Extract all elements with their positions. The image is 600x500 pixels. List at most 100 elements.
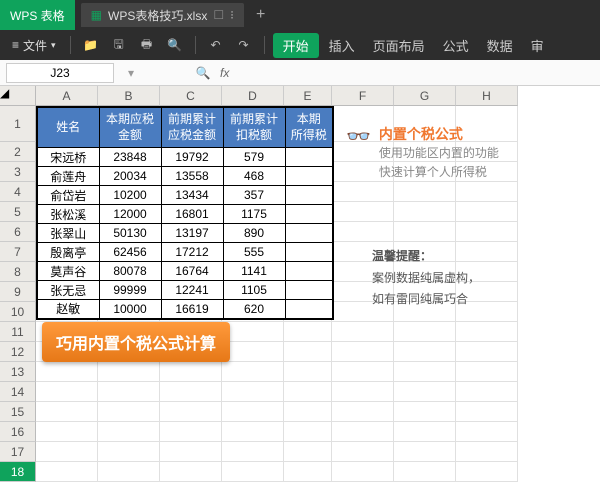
select-all-corner[interactable]: ◢ bbox=[0, 86, 36, 106]
row-header-15[interactable]: 15 bbox=[0, 402, 36, 422]
table-cell[interactable]: 19792 bbox=[161, 148, 223, 167]
redo-icon[interactable]: ↷ bbox=[232, 34, 256, 56]
row-header-7[interactable]: 7 bbox=[0, 242, 36, 262]
row-header-18[interactable]: 18 bbox=[0, 462, 36, 482]
tax-formula-button[interactable]: 巧用内置个税公式计算 bbox=[42, 322, 230, 362]
row-header-12[interactable]: 12 bbox=[0, 342, 36, 362]
table-cell[interactable]: 99999 bbox=[99, 281, 161, 300]
col-header-H[interactable]: H bbox=[456, 86, 518, 106]
ribbon-tab-1[interactable]: 插入 bbox=[321, 36, 363, 55]
col-header-G[interactable]: G bbox=[394, 86, 456, 106]
table-cell[interactable]: 10000 bbox=[99, 300, 161, 319]
row-header-11[interactable]: 11 bbox=[0, 322, 36, 342]
col-header-D[interactable]: D bbox=[222, 86, 284, 106]
col-header-B[interactable]: B bbox=[98, 86, 160, 106]
row-header-14[interactable]: 14 bbox=[0, 382, 36, 402]
table-row: 殷离亭6245617212555 bbox=[37, 243, 333, 262]
undo-icon[interactable]: ↶ bbox=[204, 34, 228, 56]
table-cell[interactable]: 1141 bbox=[223, 262, 285, 281]
table-cell[interactable]: 张翠山 bbox=[37, 224, 99, 243]
table-cell[interactable]: 13434 bbox=[161, 186, 223, 205]
file-tab[interactable]: ▦ WPS表格技巧.xlsx ☐ ⁝ bbox=[81, 3, 244, 27]
row-header-5[interactable]: 5 bbox=[0, 202, 36, 222]
row-header-16[interactable]: 16 bbox=[0, 422, 36, 442]
table-cell[interactable]: 620 bbox=[223, 300, 285, 319]
table-cell[interactable]: 俞莲舟 bbox=[37, 167, 99, 186]
table-cell[interactable]: 1175 bbox=[223, 205, 285, 224]
row-header-1[interactable]: 1 bbox=[0, 106, 36, 142]
save-icon[interactable]: 🖫 bbox=[107, 34, 131, 56]
table-cell[interactable]: 16619 bbox=[161, 300, 223, 319]
ribbon-tab-5[interactable]: 审 bbox=[523, 36, 552, 55]
glasses-icon: 👓 bbox=[346, 124, 371, 149]
table-cell[interactable] bbox=[285, 167, 333, 186]
row-header-8[interactable]: 8 bbox=[0, 262, 36, 282]
open-icon[interactable]: 📁 bbox=[79, 34, 103, 56]
ribbon-tab-2[interactable]: 页面布局 bbox=[365, 36, 433, 55]
table-cell[interactable]: 579 bbox=[223, 148, 285, 167]
ribbon-tabs: 开始插入页面布局公式数据审 bbox=[273, 33, 552, 58]
add-tab-button[interactable]: + bbox=[244, 6, 277, 24]
table-cell[interactable] bbox=[285, 205, 333, 224]
row-header-2[interactable]: 2 bbox=[0, 142, 36, 162]
name-box-dropdown-icon[interactable]: ▾ bbox=[120, 66, 142, 80]
table-cell[interactable]: 12000 bbox=[99, 205, 161, 224]
app-badge: WPS 表格 bbox=[0, 0, 75, 30]
table-cell[interactable] bbox=[285, 300, 333, 319]
table-cell[interactable]: 宋远桥 bbox=[37, 148, 99, 167]
row-header-17[interactable]: 17 bbox=[0, 442, 36, 462]
table-cell[interactable] bbox=[285, 281, 333, 300]
file-tab-label: WPS表格技巧.xlsx bbox=[108, 7, 207, 24]
table-cell[interactable] bbox=[285, 224, 333, 243]
table-cell[interactable]: 357 bbox=[223, 186, 285, 205]
table-cell[interactable]: 俞岱岩 bbox=[37, 186, 99, 205]
table-cell[interactable]: 1105 bbox=[223, 281, 285, 300]
table-cell[interactable]: 16801 bbox=[161, 205, 223, 224]
fx-search-icon[interactable]: 🔍 bbox=[192, 66, 214, 80]
row-header-4[interactable]: 4 bbox=[0, 182, 36, 202]
table-cell[interactable]: 张无忌 bbox=[37, 281, 99, 300]
ribbon-tab-3[interactable]: 公式 bbox=[435, 36, 477, 55]
table-cell[interactable]: 莫声谷 bbox=[37, 262, 99, 281]
table-cell[interactable]: 468 bbox=[223, 167, 285, 186]
row-header-9[interactable]: 9 bbox=[0, 282, 36, 302]
table-cell[interactable]: 17212 bbox=[161, 243, 223, 262]
row-header-13[interactable]: 13 bbox=[0, 362, 36, 382]
name-box[interactable]: J23 bbox=[6, 63, 114, 83]
tab-close-icon[interactable]: ⁝ bbox=[230, 8, 234, 22]
table-cell[interactable]: 555 bbox=[223, 243, 285, 262]
table-cell[interactable]: 62456 bbox=[99, 243, 161, 262]
table-cell[interactable]: 赵敏 bbox=[37, 300, 99, 319]
row-header-6[interactable]: 6 bbox=[0, 222, 36, 242]
col-header-E[interactable]: E bbox=[284, 86, 332, 106]
table-cell[interactable]: 12241 bbox=[161, 281, 223, 300]
table-cell[interactable]: 13558 bbox=[161, 167, 223, 186]
table-cell[interactable]: 50130 bbox=[99, 224, 161, 243]
table-cell[interactable] bbox=[285, 148, 333, 167]
table-cell[interactable]: 16764 bbox=[161, 262, 223, 281]
table-cell[interactable] bbox=[285, 243, 333, 262]
fx-label[interactable]: fx bbox=[220, 66, 229, 80]
col-header-C[interactable]: C bbox=[160, 86, 222, 106]
table-cell[interactable] bbox=[285, 262, 333, 281]
grid[interactable]: 姓名本期应税金额前期累计应税金额前期累计扣税额本期所得税宋远桥238481979… bbox=[36, 106, 518, 482]
table-cell[interactable]: 80078 bbox=[99, 262, 161, 281]
print-icon[interactable]: 🖶 bbox=[135, 34, 159, 56]
col-header-F[interactable]: F bbox=[332, 86, 394, 106]
table-cell[interactable]: 13197 bbox=[161, 224, 223, 243]
row-header-10[interactable]: 10 bbox=[0, 302, 36, 322]
table-cell[interactable]: 殷离亭 bbox=[37, 243, 99, 262]
table-cell[interactable]: 23848 bbox=[99, 148, 161, 167]
row-header-3[interactable]: 3 bbox=[0, 162, 36, 182]
table-cell[interactable]: 10200 bbox=[99, 186, 161, 205]
ribbon-tab-4[interactable]: 数据 bbox=[479, 36, 521, 55]
table-cell[interactable]: 20034 bbox=[99, 167, 161, 186]
table-cell[interactable] bbox=[285, 186, 333, 205]
ribbon-tab-0[interactable]: 开始 bbox=[273, 33, 319, 58]
col-header-A[interactable]: A bbox=[36, 86, 98, 106]
table-cell[interactable]: 张松溪 bbox=[37, 205, 99, 224]
data-table: 姓名本期应税金额前期累计应税金额前期累计扣税额本期所得税宋远桥238481979… bbox=[36, 106, 334, 320]
file-menu[interactable]: ≡ 文件 ▾ bbox=[6, 35, 62, 56]
preview-icon[interactable]: 🔍 bbox=[163, 34, 187, 56]
table-cell[interactable]: 890 bbox=[223, 224, 285, 243]
